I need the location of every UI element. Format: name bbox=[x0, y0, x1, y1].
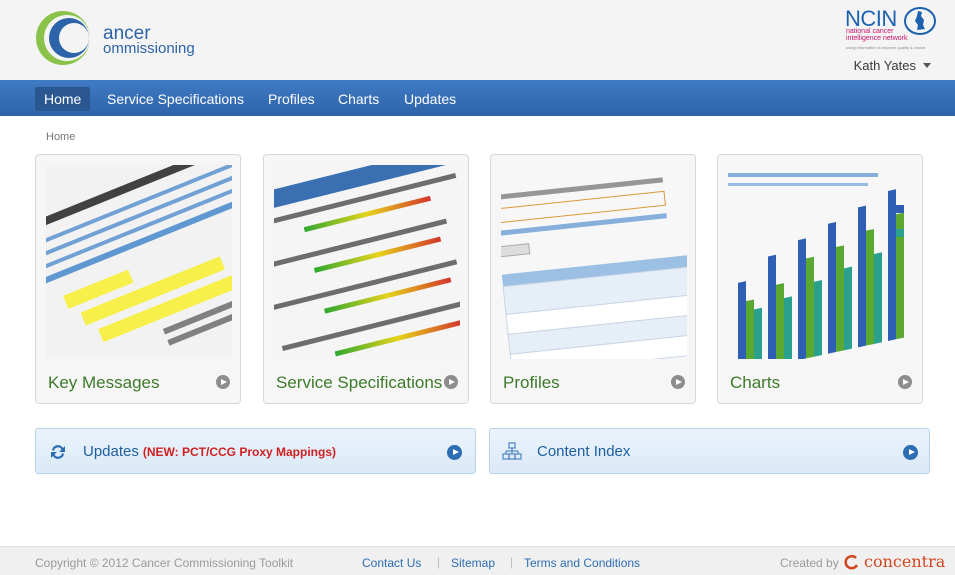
sitemap-link[interactable]: Sitemap bbox=[451, 556, 495, 570]
footer-divider: | bbox=[437, 555, 441, 569]
service-specifications-image bbox=[274, 165, 460, 359]
breadcrumb[interactable]: Home bbox=[46, 131, 75, 143]
footer: Copyright © 2012 Cancer Commissioning To… bbox=[0, 546, 955, 575]
play-icon[interactable] bbox=[447, 445, 462, 460]
card-charts[interactable]: Charts bbox=[717, 154, 923, 404]
key-messages-image bbox=[46, 165, 232, 359]
main-nav: Home Service Specifications Profiles Cha… bbox=[0, 80, 955, 116]
terms-link[interactable]: Terms and Conditions bbox=[524, 556, 640, 570]
cancer-commissioning-logo[interactable]: ancer ommissioning bbox=[33, 8, 195, 68]
nav-updates[interactable]: Updates bbox=[395, 87, 465, 111]
charts-image bbox=[728, 165, 914, 359]
updates-panel[interactable]: Updates (NEW: PCT/CCG Proxy Mappings) bbox=[35, 428, 476, 474]
nav-service-specifications[interactable]: Service Specifications bbox=[98, 87, 253, 111]
user-name: Kath Yates bbox=[853, 58, 916, 73]
play-icon[interactable] bbox=[671, 375, 685, 389]
updates-new-text: (NEW: PCT/CCG Proxy Mappings) bbox=[142, 445, 336, 459]
card-label: Key Messages bbox=[48, 373, 160, 392]
concentra-brand-link[interactable]: concentra bbox=[864, 552, 945, 571]
play-icon[interactable] bbox=[444, 375, 458, 389]
refresh-icon bbox=[51, 445, 65, 459]
content-index-label: Content Index bbox=[537, 443, 631, 460]
contact-us-link[interactable]: Contact Us bbox=[362, 556, 421, 570]
sitemap-icon bbox=[502, 442, 522, 460]
footer-divider: | bbox=[510, 555, 514, 569]
card-service-specifications[interactable]: Service Specifications bbox=[263, 154, 469, 404]
logo-text-line1: ancer bbox=[103, 23, 151, 44]
play-icon[interactable] bbox=[898, 375, 912, 389]
card-key-messages[interactable]: Key Messages bbox=[35, 154, 241, 404]
card-label: Charts bbox=[730, 373, 781, 392]
user-menu[interactable]: Kath Yates bbox=[854, 58, 931, 73]
play-icon[interactable] bbox=[903, 445, 918, 460]
profiles-image bbox=[501, 165, 687, 359]
created-by-text: Created by bbox=[780, 556, 839, 570]
ncin-logo[interactable]: NCIN national cancer intelligence networ… bbox=[845, 6, 940, 52]
nav-charts[interactable]: Charts bbox=[329, 87, 388, 111]
card-label: Profiles bbox=[503, 373, 560, 392]
logo-text-line2: ommissioning bbox=[103, 40, 195, 57]
header: ancer ommissioning NCIN national cancer … bbox=[0, 0, 955, 80]
concentra-logo-icon bbox=[844, 554, 859, 570]
card-label: Service Specifications bbox=[276, 373, 443, 392]
nav-home[interactable]: Home bbox=[35, 87, 91, 111]
nav-profiles[interactable]: Profiles bbox=[259, 87, 324, 111]
updates-label: Updates bbox=[83, 443, 139, 460]
card-profiles[interactable]: Profiles bbox=[490, 154, 696, 404]
copyright-text: Copyright © 2012 Cancer Commissioning To… bbox=[35, 556, 294, 570]
play-icon[interactable] bbox=[216, 375, 230, 389]
ncin-tagline: using information to improve quality & c… bbox=[846, 45, 926, 50]
caret-down-icon bbox=[923, 63, 931, 68]
ncin-subtitle: national cancer intelligence network bbox=[846, 28, 908, 42]
content-index-panel[interactable]: Content Index bbox=[489, 428, 930, 474]
